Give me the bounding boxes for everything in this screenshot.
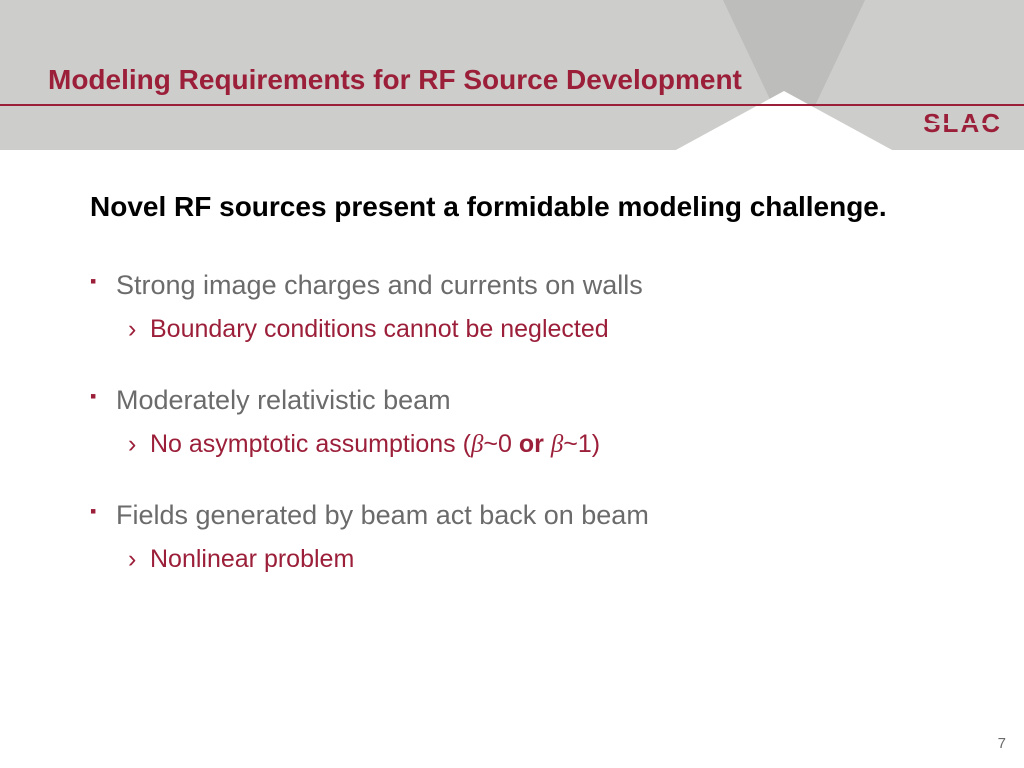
- page-number: 7: [998, 735, 1006, 752]
- relation-1: ~0: [483, 430, 512, 458]
- beta-symbol: β: [551, 431, 563, 458]
- beta-symbol: β: [471, 431, 483, 458]
- sub-bullet-item: Nonlinear problem: [150, 543, 944, 577]
- bullet-item: Moderately relativistic beam No asymptot…: [116, 383, 944, 462]
- sub-bullet-item: No asymptotic assumptions (β~0 or β~1): [150, 428, 944, 462]
- slide-header: Modeling Requirements for RF Source Deve…: [0, 0, 1024, 150]
- slide-content: Novel RF sources present a formidable mo…: [0, 150, 1024, 577]
- sub-bullet-list: No asymptotic assumptions (β~0 or β~1): [116, 428, 944, 462]
- bullet-list: Strong image charges and currents on wal…: [90, 268, 944, 577]
- bullet-text: Moderately relativistic beam: [116, 383, 944, 418]
- bullet-text: Fields generated by beam act back on bea…: [116, 498, 944, 533]
- slac-logo: SLAC: [923, 108, 1002, 139]
- sub-bullet-list: Boundary conditions cannot be neglected: [116, 313, 944, 347]
- header-decoration-light: [674, 91, 894, 150]
- or-text: or: [512, 430, 551, 458]
- bullet-text: Strong image charges and currents on wal…: [116, 268, 944, 303]
- sub-bullet-item: Boundary conditions cannot be neglected: [150, 313, 944, 347]
- relation-2: ~1): [563, 430, 600, 458]
- bullet-item: Strong image charges and currents on wal…: [116, 268, 944, 347]
- slide-title: Modeling Requirements for RF Source Deve…: [48, 64, 742, 96]
- bullet-item: Fields generated by beam act back on bea…: [116, 498, 944, 577]
- sub-text-prefix: No asymptotic assumptions (: [150, 430, 471, 458]
- sub-bullet-list: Nonlinear problem: [116, 543, 944, 577]
- header-rule: [0, 104, 1024, 106]
- lead-text: Novel RF sources present a formidable mo…: [90, 186, 944, 228]
